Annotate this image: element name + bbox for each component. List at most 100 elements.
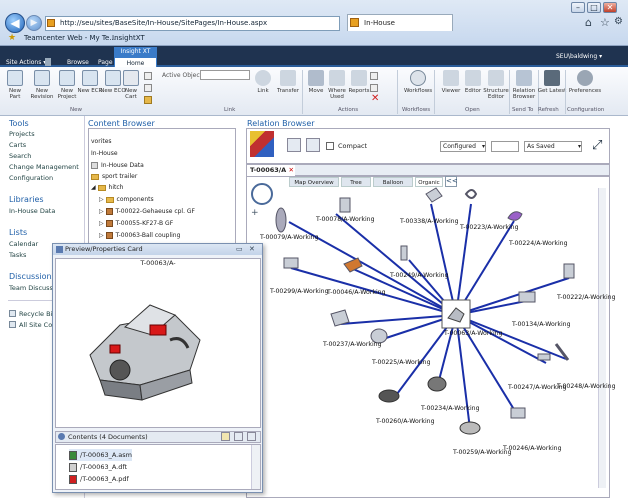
nav-item-carts[interactable]: Carts	[9, 141, 26, 149]
tree-item-in-house-data[interactable]: In-House Data	[91, 162, 144, 169]
insightxt-group-label: Insight XT	[114, 47, 157, 57]
nav-heading-discussions[interactable]: Discussions	[9, 272, 56, 281]
node-t00134[interactable]: T-00134/A-Working	[512, 321, 571, 328]
maximize-button[interactable]: □	[587, 2, 601, 13]
nav-item-configuration[interactable]: Configuration	[9, 174, 53, 182]
forward-button[interactable]: ▶	[26, 15, 42, 31]
minimize-button[interactable]: –	[571, 2, 585, 13]
node-t00079[interactable]: T-00079/A-Working	[260, 234, 319, 241]
node-t00248[interactable]: T-00248/A-Working	[557, 383, 616, 390]
small-folder-icon[interactable]	[144, 96, 152, 104]
card-contents-header[interactable]: Contents (4 Documents)	[55, 431, 261, 443]
node-t00338[interactable]: T-00338/A-Working	[400, 218, 459, 225]
configured-select[interactable]: Configured ▾	[440, 141, 486, 152]
tree-item-t00055[interactable]: ▷ T-00055-KF27-B GF	[99, 220, 173, 227]
node-t00224[interactable]: T-00224/A-Working	[509, 240, 568, 247]
small-edit-icon[interactable]	[370, 72, 378, 80]
tree-item-in-house[interactable]: In-House	[91, 150, 118, 157]
nav-heading-lists[interactable]: Lists	[9, 228, 27, 237]
user-menu[interactable]: SEU\baldwing ▾	[556, 52, 602, 62]
nav-item-in-house-data[interactable]: In-House Data	[9, 207, 55, 215]
compact-checkbox[interactable]	[326, 142, 334, 150]
node-t00078[interactable]: T-00078/A-Working	[316, 216, 375, 223]
new-part-button[interactable]: New Part	[4, 70, 26, 104]
node-t00063-center[interactable]: T-00063/A-Working	[444, 330, 503, 337]
structure-editor-button[interactable]: Structure Editor	[481, 70, 511, 104]
node-t00260[interactable]: T-00260/A-Working	[376, 418, 435, 425]
nav-heading-libraries[interactable]: Libraries	[9, 195, 44, 204]
tree-view-icon[interactable]	[306, 138, 320, 152]
nav-item-change-management[interactable]: Change Management	[9, 163, 79, 171]
revision-rule-select[interactable]	[491, 141, 519, 152]
compact-label: Compact	[338, 142, 368, 150]
get-latest-button[interactable]: Get Latest	[537, 70, 567, 104]
home-icon[interactable]: ⌂	[585, 16, 592, 29]
network-icon[interactable]	[287, 138, 301, 152]
card-titlebar[interactable]: Preview/Properties Card	[53, 244, 262, 255]
new-cart-button[interactable]: New Cart	[120, 70, 142, 104]
contents-add-icon[interactable]	[234, 432, 243, 441]
card-minimize-button[interactable]: ▭	[236, 245, 243, 253]
doc-item-dft[interactable]: /T-00063_A.dft	[69, 461, 127, 473]
ribbon-separator	[434, 70, 435, 114]
tools-gear-icon[interactable]: ⚙	[614, 16, 623, 27]
relation-browser-button[interactable]: Relation Browser	[509, 70, 539, 104]
node-t00046[interactable]: T-00046/A-Working	[327, 289, 386, 296]
node-t00299[interactable]: T-00299/A-Working	[270, 288, 329, 295]
small-properties-icon[interactable]	[370, 84, 378, 92]
favorites-icon[interactable]: ★	[4, 31, 20, 45]
nav-item-search[interactable]: Search	[9, 152, 31, 160]
tree-item-t00063[interactable]: ▷ T-00063-Ball coupling	[99, 232, 180, 239]
fav-insightxt[interactable]: InsightXT	[108, 31, 149, 45]
part-thumb-t00078	[339, 197, 351, 213]
tree-item-t00022[interactable]: ▷ T-00022-Gehaeuse cpl. GF	[99, 208, 195, 215]
node-t00249[interactable]: T-00249/A-Working	[390, 272, 449, 279]
fav-teamcenter[interactable]: Teamcenter Web - My Te...	[20, 31, 120, 45]
nav-heading-tools[interactable]: Tools	[9, 119, 29, 128]
nav-item-projects[interactable]: Projects	[9, 130, 35, 138]
tree-item-sport-trailer[interactable]: sport trailer	[91, 173, 137, 180]
node-t00223[interactable]: T-00223/A-Working	[460, 224, 519, 231]
nav-item-tasks[interactable]: Tasks	[9, 251, 26, 259]
doc-item-asm[interactable]: /T-00063_A.asm	[69, 449, 132, 461]
canvas-scrollbar[interactable]	[598, 188, 606, 488]
node-t00222[interactable]: T-00222/A-Working	[557, 294, 616, 301]
card-close-button[interactable]: ✕	[249, 245, 255, 253]
node-t00234[interactable]: T-00234/A-Working	[421, 405, 480, 412]
contents-open-icon[interactable]	[221, 432, 230, 441]
content-browser-title: Content Browser	[88, 119, 155, 128]
node-t00225[interactable]: T-00225/A-Working	[372, 359, 431, 366]
favorites-star-icon[interactable]: ☆	[600, 16, 610, 29]
tree-item-favorites[interactable]: vorites	[91, 138, 112, 145]
delete-x-icon[interactable]: ✕	[371, 93, 379, 104]
small-copy-icon[interactable]	[144, 84, 152, 92]
small-doc-icon[interactable]	[144, 72, 152, 80]
node-t00237[interactable]: T-00237/A-Working	[323, 341, 382, 348]
site-favicon-icon	[47, 19, 55, 27]
workflows-button[interactable]: Workflows	[403, 70, 433, 104]
back-button[interactable]: ◀	[5, 13, 25, 33]
nav-item-team-discussion[interactable]: Team Discuss	[9, 284, 53, 292]
tree-item-hitch[interactable]: ◢ hitch	[91, 184, 123, 191]
fit-to-view-icon[interactable]: ⤢	[592, 138, 602, 153]
transfer-button[interactable]: Transfer	[273, 70, 303, 104]
preferences-button[interactable]: Preferences	[568, 70, 602, 104]
contents-scrollbar[interactable]	[251, 445, 260, 489]
link-button[interactable]: Link	[253, 70, 273, 104]
doc-item-pdf[interactable]: /T-00063_A.pdf	[69, 473, 129, 485]
nav-all-site-content[interactable]: All Site Co	[19, 321, 52, 329]
contents-remove-icon[interactable]	[247, 432, 256, 441]
layout-icon[interactable]	[250, 131, 274, 157]
nav-recycle-bin[interactable]: Recycle Bi	[19, 310, 52, 318]
as-saved-select[interactable]: As Saved ▾	[524, 141, 582, 152]
part-thumb-t00259	[459, 421, 481, 435]
node-t00246[interactable]: T-00246/A-Working	[503, 445, 562, 452]
close-window-button[interactable]: ✕	[603, 2, 617, 13]
address-bar[interactable]: http://seu/sites/BaseSite/In-House/SiteP…	[45, 16, 340, 31]
tab-in-house[interactable]: In-House	[347, 14, 453, 31]
tab-t00063[interactable]: T-00063/A ✕	[247, 165, 295, 176]
nav-item-calendar[interactable]: Calendar	[9, 240, 38, 248]
site-content-icon	[9, 321, 16, 328]
active-object-select[interactable]	[200, 70, 250, 80]
tree-item-components[interactable]: ▷ components	[99, 196, 154, 203]
